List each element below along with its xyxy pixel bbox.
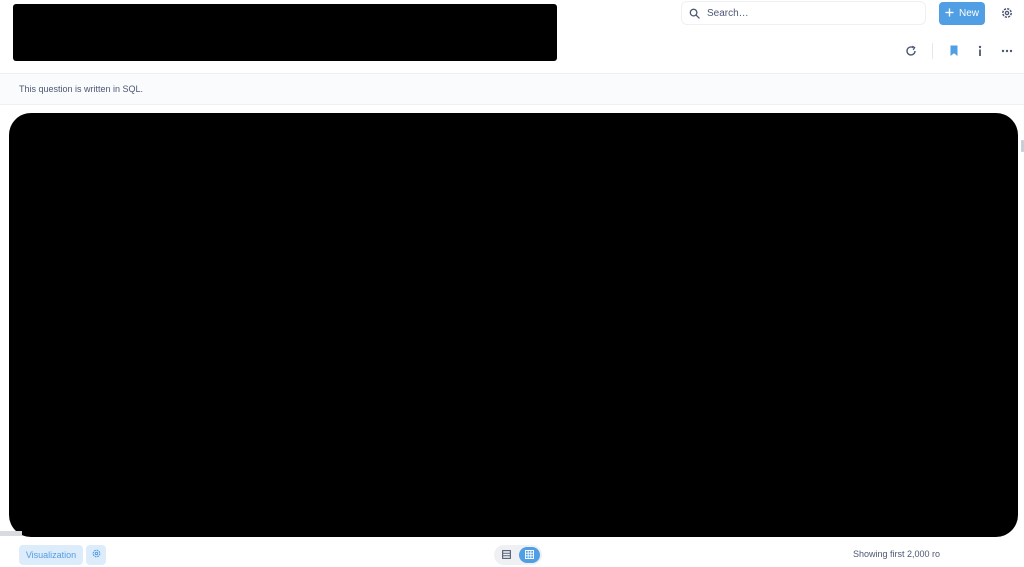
new-button[interactable]: New (939, 2, 985, 25)
header-divider (932, 43, 933, 59)
view-toggle (494, 545, 542, 565)
search-placeholder: Search… (707, 7, 749, 19)
search-input[interactable]: Search… (681, 1, 926, 25)
grid-view-toggle[interactable] (519, 547, 540, 563)
grid-icon (525, 546, 534, 564)
search-icon (688, 7, 700, 19)
table-icon (502, 546, 511, 564)
visualization-settings-button[interactable] (86, 545, 106, 565)
table-view-toggle[interactable] (496, 547, 517, 563)
row-count-status: Showing first 2,000 ro (853, 549, 941, 559)
redacted-results-table (9, 113, 1018, 537)
sql-notice-text: This question is written in SQL. (19, 84, 144, 94)
plus-icon (945, 7, 954, 20)
visualization-button[interactable]: Visualization (19, 545, 83, 565)
gear-icon[interactable] (1000, 6, 1014, 20)
refresh-icon[interactable] (904, 44, 918, 58)
visualization-button-label: Visualization (25, 550, 77, 560)
top-navigation-bar: Search… New (0, 0, 1024, 30)
bookmark-icon[interactable] (947, 44, 961, 58)
sql-notice-bar: This question is written in SQL. (0, 73, 1024, 105)
new-button-label: New (958, 8, 979, 19)
gear-icon (91, 546, 102, 564)
info-icon[interactable] (973, 44, 987, 58)
horizontal-scrollbar[interactable] (0, 531, 22, 536)
ellipsis-icon[interactable] (1000, 44, 1014, 58)
